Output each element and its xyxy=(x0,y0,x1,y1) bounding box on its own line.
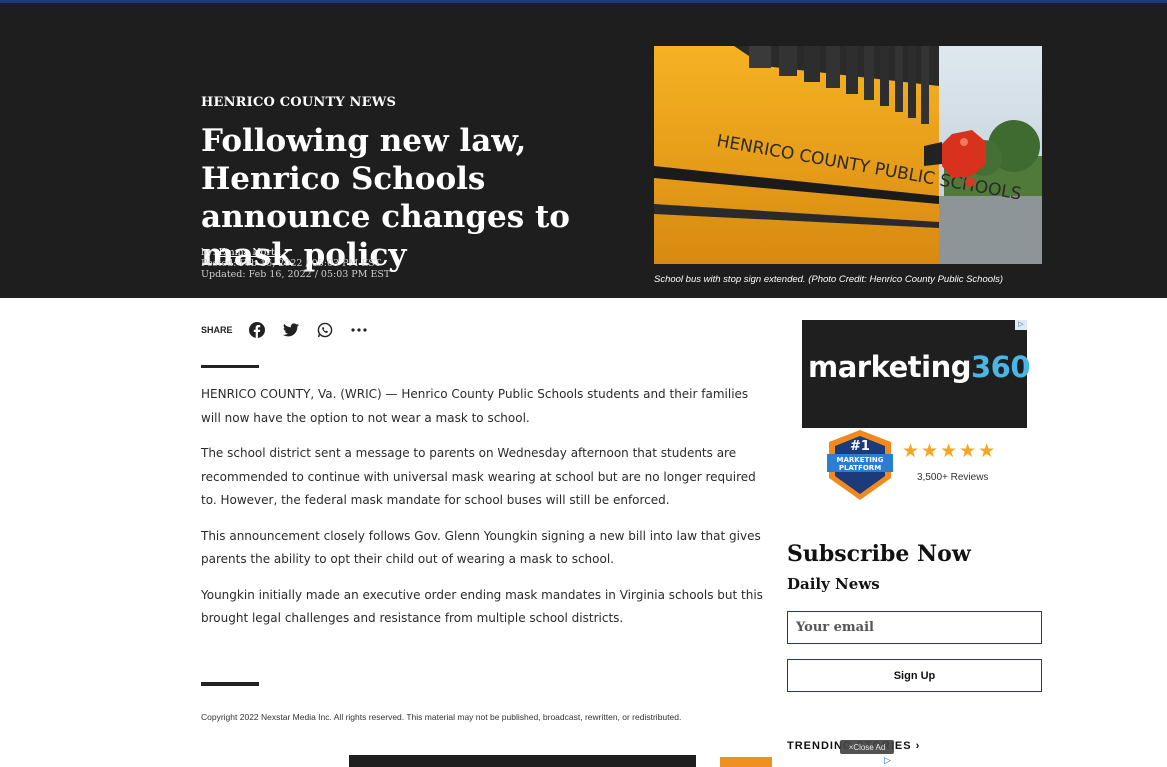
category-link[interactable]: HENRICO COUNTY NEWS xyxy=(201,95,396,110)
chevron-right-icon: › xyxy=(915,740,921,752)
ad-brand-number: 360 xyxy=(970,350,1031,384)
article-meta: by: Emma North Posted: Feb 16, 2022 / 05… xyxy=(201,247,390,280)
byline-prefix: by: xyxy=(201,247,216,258)
ad-brand-logo: marketing360 xyxy=(808,350,1031,384)
share-label: SHARE xyxy=(201,325,233,335)
twitter-icon[interactable] xyxy=(281,320,301,340)
article-paragraph: The school district sent a message to pa… xyxy=(201,446,756,507)
article-end-divider xyxy=(201,682,259,686)
subscribe-title: Subscribe Now xyxy=(787,541,971,567)
posted-date: Posted: Feb 16, 2022 / 05:03 PM EST xyxy=(201,258,381,269)
rating-stars-icon: ★★★★★ xyxy=(902,441,998,462)
section-divider xyxy=(201,365,259,368)
share-bar: SHARE xyxy=(201,318,383,342)
article-paragraph: HENRICO COUNTY, Va. (WRIC) — Henrico Cou… xyxy=(201,387,749,425)
subscribe-subtitle: Daily News xyxy=(787,575,880,593)
article-paragraph: This announcement closely follows Gov. G… xyxy=(201,528,761,567)
sign-up-button[interactable]: Sign Up xyxy=(787,659,1042,692)
badge-line-1: MARKETING xyxy=(837,456,884,464)
more-icon[interactable] xyxy=(349,320,369,340)
copyright-notice: Copyright 2022 Nexstar Media Inc. All ri… xyxy=(201,712,682,722)
bottom-ad-badge xyxy=(720,757,772,767)
adchoices-icon-bottom[interactable]: ▷ xyxy=(884,755,891,766)
review-count: 3,500+ Reviews xyxy=(917,472,989,483)
whatsapp-icon[interactable] xyxy=(315,320,335,340)
email-placeholder: Your email xyxy=(796,620,874,635)
author-link[interactable]: Emma North xyxy=(219,247,281,258)
updated-date: Updated: Feb 16, 2022 / 05:03 PM EST xyxy=(201,269,391,280)
badge-rank: #1 xyxy=(850,439,870,454)
adchoices-icon[interactable]: ▷ xyxy=(1015,320,1027,330)
article-paragraph: Youngkin initially made an executive ord… xyxy=(201,587,763,626)
ad-banner-top: ▷ marketing360 xyxy=(802,320,1031,428)
badge-line-2: PLATFORM xyxy=(839,464,881,472)
email-input[interactable]: Your email xyxy=(787,611,1042,644)
facebook-icon[interactable] xyxy=(247,320,267,340)
sidebar-ad[interactable]: ▷ marketing360 #1 MARKETING PLATFORM ★★★… xyxy=(802,320,1031,510)
close-ad-button[interactable]: × Close Ad xyxy=(840,740,894,754)
ad-brand-word: marketing xyxy=(808,350,971,384)
image-caption: School bus with stop sign extended. (Pho… xyxy=(654,274,1004,285)
school-bus-photo: HENRICO COUNTY PUBLIC SCHOOLS xyxy=(654,46,1042,264)
hero-image: HENRICO COUNTY PUBLIC SCHOOLS xyxy=(654,46,1042,264)
ad-banner-bottom: #1 MARKETING PLATFORM ★★★★★ 3,500+ Revie… xyxy=(802,428,1027,510)
marketing-platform-badge-icon: #1 MARKETING PLATFORM xyxy=(827,430,893,500)
byline: by: Emma North xyxy=(201,247,390,258)
article-body: HENRICO COUNTY, Va. (WRIC) — Henrico Cou… xyxy=(201,383,766,643)
bottom-ad-banner[interactable] xyxy=(349,755,696,767)
close-ad-label: Close Ad xyxy=(853,742,886,752)
